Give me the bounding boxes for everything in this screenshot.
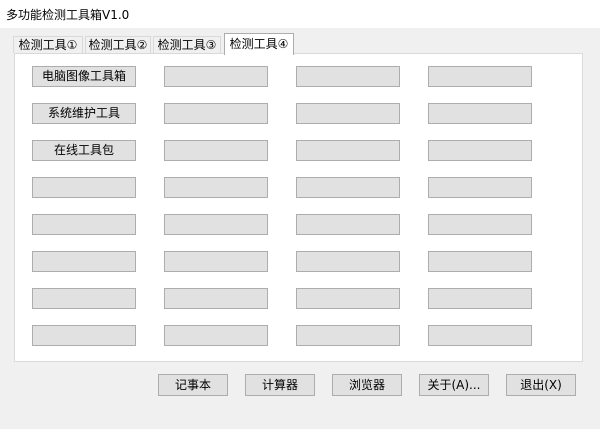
tab-detect-tools-3[interactable]: 检测工具③ <box>153 36 221 53</box>
empty-tool-button[interactable] <box>164 103 268 124</box>
empty-tool-button[interactable] <box>296 103 400 124</box>
empty-tool-button[interactable] <box>164 325 268 346</box>
empty-tool-button[interactable] <box>428 214 532 235</box>
online-toolkit-button[interactable]: 在线工具包 <box>32 140 136 161</box>
about-button[interactable]: 关于(A)... <box>419 374 489 396</box>
empty-tool-button[interactable] <box>32 251 136 272</box>
empty-tool-button[interactable] <box>296 251 400 272</box>
empty-tool-button[interactable] <box>428 325 532 346</box>
empty-tool-button[interactable] <box>428 251 532 272</box>
empty-tool-button[interactable] <box>164 288 268 309</box>
system-maintenance-button[interactable]: 系统维护工具 <box>32 103 136 124</box>
tab-detect-tools-4[interactable]: 检测工具④ <box>224 33 294 55</box>
empty-tool-button[interactable] <box>32 288 136 309</box>
empty-tool-button[interactable] <box>32 325 136 346</box>
title-bar: 多功能检测工具箱V1.0 <box>0 0 600 28</box>
empty-tool-button[interactable] <box>296 66 400 87</box>
empty-tool-button[interactable] <box>428 177 532 198</box>
browser-button[interactable]: 浏览器 <box>332 374 402 396</box>
empty-tool-button[interactable] <box>32 177 136 198</box>
notepad-button[interactable]: 记事本 <box>158 374 228 396</box>
empty-tool-button[interactable] <box>164 214 268 235</box>
tab-detect-tools-2[interactable]: 检测工具② <box>85 36 151 53</box>
empty-tool-button[interactable] <box>296 325 400 346</box>
window-title: 多功能检测工具箱V1.0 <box>6 8 130 22</box>
empty-tool-button[interactable] <box>428 288 532 309</box>
empty-tool-button[interactable] <box>428 140 532 161</box>
empty-tool-button[interactable] <box>32 214 136 235</box>
image-toolbox-button[interactable]: 电脑图像工具箱 <box>32 66 136 87</box>
empty-tool-button[interactable] <box>296 140 400 161</box>
calculator-button[interactable]: 计算器 <box>245 374 315 396</box>
empty-tool-button[interactable] <box>164 177 268 198</box>
empty-tool-button[interactable] <box>164 251 268 272</box>
empty-tool-button[interactable] <box>296 288 400 309</box>
tab-detect-tools-1[interactable]: 检测工具① <box>13 36 83 53</box>
exit-button[interactable]: 退出(X) <box>506 374 576 396</box>
empty-tool-button[interactable] <box>164 66 268 87</box>
tools-panel: 电脑图像工具箱 系统维护工具 在线工具包 <box>14 53 583 362</box>
empty-tool-button[interactable] <box>164 140 268 161</box>
empty-tool-button[interactable] <box>428 66 532 87</box>
empty-tool-button[interactable] <box>296 177 400 198</box>
empty-tool-button[interactable] <box>428 103 532 124</box>
empty-tool-button[interactable] <box>296 214 400 235</box>
